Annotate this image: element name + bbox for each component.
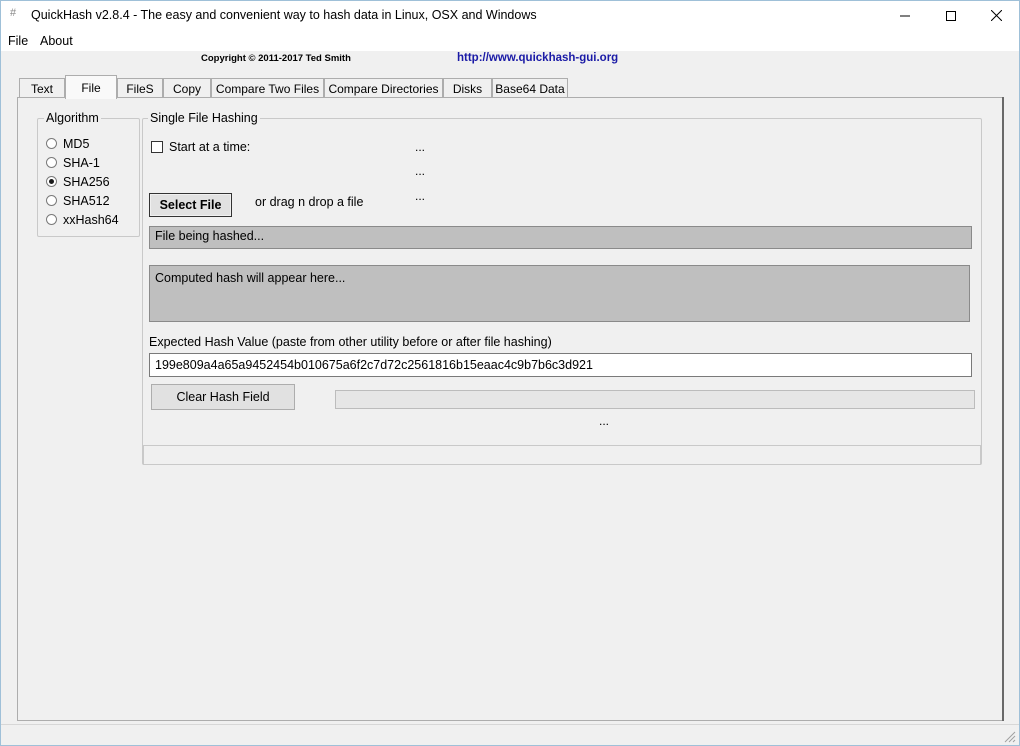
select-file-label: Select File bbox=[159, 198, 222, 212]
website-link[interactable]: http://www.quickhash-gui.org bbox=[457, 52, 618, 64]
select-file-button[interactable]: Select File bbox=[149, 193, 232, 217]
menu-about[interactable]: About bbox=[40, 34, 73, 48]
info-line-2: ... bbox=[415, 164, 426, 178]
expected-hash-label: Expected Hash Value (paste from other ut… bbox=[149, 335, 552, 349]
tab-compare-two-files[interactable]: Compare Two Files bbox=[211, 78, 324, 98]
status-bar bbox=[1, 724, 1019, 745]
drag-drop-label: or drag n drop a file bbox=[255, 195, 364, 209]
expected-hash-input[interactable] bbox=[149, 353, 972, 377]
radio-selected-dot bbox=[49, 179, 54, 184]
window-title: QuickHash v2.8.4 - The easy and convenie… bbox=[31, 8, 537, 22]
tab-label: Compare Two Files bbox=[215, 81, 320, 96]
info-line-3: ... bbox=[415, 189, 426, 203]
tab-files[interactable]: FileS bbox=[117, 78, 163, 98]
maximize-icon bbox=[946, 10, 956, 21]
radio-label-sha256: SHA256 bbox=[63, 175, 110, 189]
tab-file[interactable]: File bbox=[65, 75, 117, 99]
tab-page-edge bbox=[1002, 97, 1004, 721]
clear-hash-field-label: Clear Hash Field bbox=[176, 390, 270, 404]
clear-hash-field-button[interactable]: Clear Hash Field bbox=[151, 384, 295, 410]
tab-label: Copy bbox=[172, 81, 201, 96]
tab-compare-directories[interactable]: Compare Directories bbox=[324, 78, 443, 98]
radio-sha1[interactable] bbox=[46, 157, 57, 168]
file-status-strip bbox=[143, 445, 981, 465]
tab-base64-data[interactable]: Base64 Data bbox=[492, 78, 568, 98]
copyright-text: Copyright © 2011-2017 Ted Smith bbox=[201, 53, 351, 64]
close-icon bbox=[990, 10, 1002, 21]
start-at-time-checkbox[interactable] bbox=[151, 141, 163, 153]
minimize-icon bbox=[900, 15, 910, 16]
radio-label-sha1: SHA-1 bbox=[63, 156, 100, 170]
tab-label: Text bbox=[30, 81, 53, 96]
progress-status: ... bbox=[599, 414, 610, 428]
computed-hash-field[interactable]: Computed hash will appear here... bbox=[149, 265, 970, 322]
file-being-hashed-text: File being hashed... bbox=[155, 229, 265, 243]
radio-md5[interactable] bbox=[46, 138, 57, 149]
radio-label-sha512: SHA512 bbox=[63, 194, 110, 208]
single-file-caption: Single File Hashing bbox=[148, 111, 260, 125]
computed-hash-text: Computed hash will appear here... bbox=[155, 271, 346, 285]
tab-label: File bbox=[81, 80, 101, 95]
maximize-button[interactable] bbox=[928, 1, 974, 30]
menu-file[interactable]: File bbox=[8, 34, 28, 48]
tab-disks[interactable]: Disks bbox=[443, 78, 492, 98]
tab-copy[interactable]: Copy bbox=[163, 78, 211, 98]
resize-grip-icon[interactable] bbox=[1004, 731, 1016, 743]
tab-label: FileS bbox=[126, 81, 154, 96]
app-icon: # bbox=[10, 7, 17, 19]
close-button[interactable] bbox=[973, 1, 1019, 30]
start-at-time-label: Start at a time: bbox=[169, 140, 251, 154]
radio-label-xxhash64: xxHash64 bbox=[63, 213, 119, 227]
radio-sha512[interactable] bbox=[46, 195, 57, 206]
file-being-hashed-field: File being hashed... bbox=[149, 226, 972, 249]
radio-xxhash64[interactable] bbox=[46, 214, 57, 225]
tab-text[interactable]: Text bbox=[19, 78, 65, 98]
algorithm-caption: Algorithm bbox=[44, 111, 101, 125]
menu-bar bbox=[1, 30, 1019, 51]
radio-label-md5: MD5 bbox=[63, 137, 90, 151]
minimize-button[interactable] bbox=[882, 1, 928, 30]
radio-sha256[interactable] bbox=[46, 176, 57, 187]
hash-progress-bar bbox=[335, 390, 975, 409]
tab-label: Compare Directories bbox=[328, 81, 439, 96]
tab-label: Disks bbox=[452, 81, 483, 96]
tab-label: Base64 Data bbox=[495, 81, 565, 96]
info-line-1: ... bbox=[415, 140, 426, 154]
